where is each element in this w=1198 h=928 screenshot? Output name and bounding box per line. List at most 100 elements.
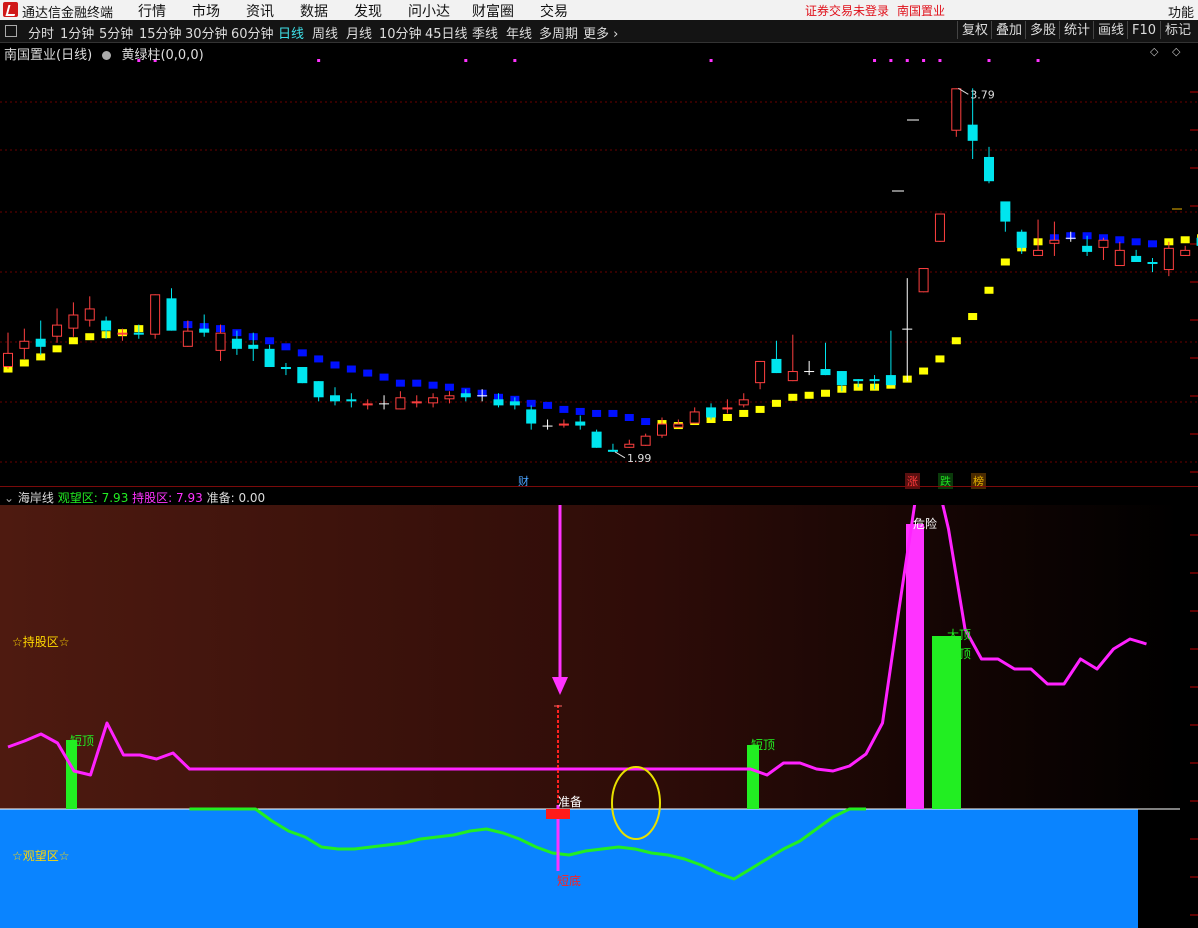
login-status[interactable]: 证券交易未登录 [805, 2, 889, 19]
period-intraday[interactable]: 分时 [28, 23, 54, 42]
candle-body [967, 124, 978, 141]
menu-discover[interactable]: 发现 [354, 1, 382, 21]
indicator-box [379, 373, 389, 381]
candle-body [35, 338, 46, 347]
indicator-box [722, 413, 732, 421]
indicator-box [804, 391, 814, 399]
period-quarterly[interactable]: 季线 [472, 23, 498, 42]
indicator-box [788, 393, 798, 401]
signal-dot [889, 59, 893, 62]
btn-adjust[interactable]: 复权 [957, 21, 992, 39]
candle-body [787, 371, 798, 382]
sub-dropdown-icon[interactable]: ⌄ [4, 491, 14, 505]
candle-body [411, 401, 422, 404]
sub-indicator-chart[interactable]: ☆持股区☆ ☆观望区☆ 危险短顶 短顶 大顶中顶准备短底 [0, 505, 1198, 928]
btn-overlay[interactable]: 叠加 [991, 21, 1026, 39]
candle-body [607, 449, 618, 452]
candle-body [984, 156, 994, 182]
candle-body [853, 379, 864, 382]
menu-ask[interactable]: 问小达 [408, 1, 450, 21]
sub-indicator-name[interactable]: 海岸线 [18, 491, 54, 505]
candle-body [150, 294, 161, 335]
main-kline-chart[interactable]: 3.79 1.99 [0, 42, 1198, 486]
candle-body [52, 324, 63, 337]
period-1min[interactable]: 1分钟 [60, 23, 94, 42]
period-60min[interactable]: 60分钟 [231, 23, 274, 42]
period-45day[interactable]: 45日线 [425, 23, 468, 42]
period-monthly[interactable]: 月线 [346, 23, 372, 42]
candle-body [280, 367, 291, 370]
big-top-bar [932, 636, 961, 809]
diamond-icon[interactable]: ◇ [1150, 45, 1158, 58]
candle-body [1098, 239, 1109, 248]
indicator-box [1148, 240, 1157, 248]
indicator-box [297, 349, 307, 357]
candle-body [68, 314, 79, 329]
period-5min[interactable]: 5分钟 [99, 23, 133, 42]
candle-body [1163, 247, 1174, 271]
indicator-name[interactable]: 黄绿柱(0,0,0) [121, 48, 203, 63]
signal-dot [938, 59, 942, 62]
indicator-box [739, 409, 749, 417]
indicator-box [52, 345, 62, 353]
indicator-box [1000, 258, 1010, 266]
candle-body [215, 332, 226, 351]
menu-news[interactable]: 资讯 [246, 1, 274, 21]
candle-body [297, 367, 308, 384]
menu-data[interactable]: 数据 [300, 1, 328, 21]
candle-body [902, 328, 913, 330]
candle-body [444, 395, 455, 400]
period-15min[interactable]: 15分钟 [139, 23, 182, 42]
indicator-box [428, 381, 438, 389]
menu-market[interactable]: 市场 [192, 1, 220, 21]
candle-body [264, 348, 275, 368]
period-yearly[interactable]: 年线 [506, 23, 532, 42]
indicator-box [951, 337, 961, 345]
candle-body [313, 381, 324, 398]
period-multi[interactable]: 多周期 [539, 23, 578, 42]
menu-community[interactable]: 财富圈 [472, 1, 514, 21]
period-30min[interactable]: 30分钟 [185, 23, 228, 42]
indicator-box [412, 379, 422, 387]
candle-body [101, 320, 112, 331]
period-weekly[interactable]: 周线 [312, 23, 338, 42]
candle-body [836, 371, 847, 386]
signal-dot [464, 59, 468, 62]
indicator-box [755, 405, 765, 413]
indicator-box [624, 413, 634, 421]
candle-body [542, 425, 553, 427]
menu-trade[interactable]: 交易 [540, 1, 568, 21]
high-price-label: 3.79 [970, 88, 995, 101]
period-daily[interactable]: 日线 [278, 23, 304, 42]
btn-f10[interactable]: F10 [1127, 21, 1160, 39]
indicator-box [608, 409, 618, 417]
menu-quotes[interactable]: 行情 [138, 1, 166, 21]
period-10min[interactable]: 10分钟 [379, 23, 422, 42]
indicator-box [19, 359, 29, 367]
indicator-box [265, 337, 275, 345]
candle-body [460, 393, 471, 398]
danger-bar [906, 524, 924, 809]
panel-divider[interactable] [0, 486, 1198, 487]
candle-body [558, 423, 569, 426]
candle-body [1131, 255, 1142, 262]
indicator-box [1180, 236, 1190, 244]
candle-body [1114, 249, 1125, 267]
candle-body [706, 407, 717, 418]
candle-body [3, 352, 13, 368]
period-more[interactable]: 更多 › [583, 23, 618, 42]
btn-multi-stock[interactable]: 多股 [1025, 21, 1060, 39]
panel-toggle-icon[interactable] [5, 25, 17, 37]
btn-mark[interactable]: 标记 [1160, 21, 1195, 39]
candle-body [918, 268, 929, 293]
app-title: 通达信金融终端 [22, 6, 114, 21]
btn-draw[interactable]: 画线 [1093, 21, 1128, 39]
btn-stats[interactable]: 统计 [1059, 21, 1094, 39]
indicator-dropdown-icon[interactable] [102, 51, 112, 60]
menu-function[interactable]: 功能 [1168, 2, 1194, 21]
candle-body [428, 397, 439, 404]
diamond-icon[interactable]: ◇ [1172, 45, 1180, 58]
candle-body [248, 344, 259, 349]
indicator-box [346, 365, 356, 373]
candle-body [362, 403, 373, 406]
